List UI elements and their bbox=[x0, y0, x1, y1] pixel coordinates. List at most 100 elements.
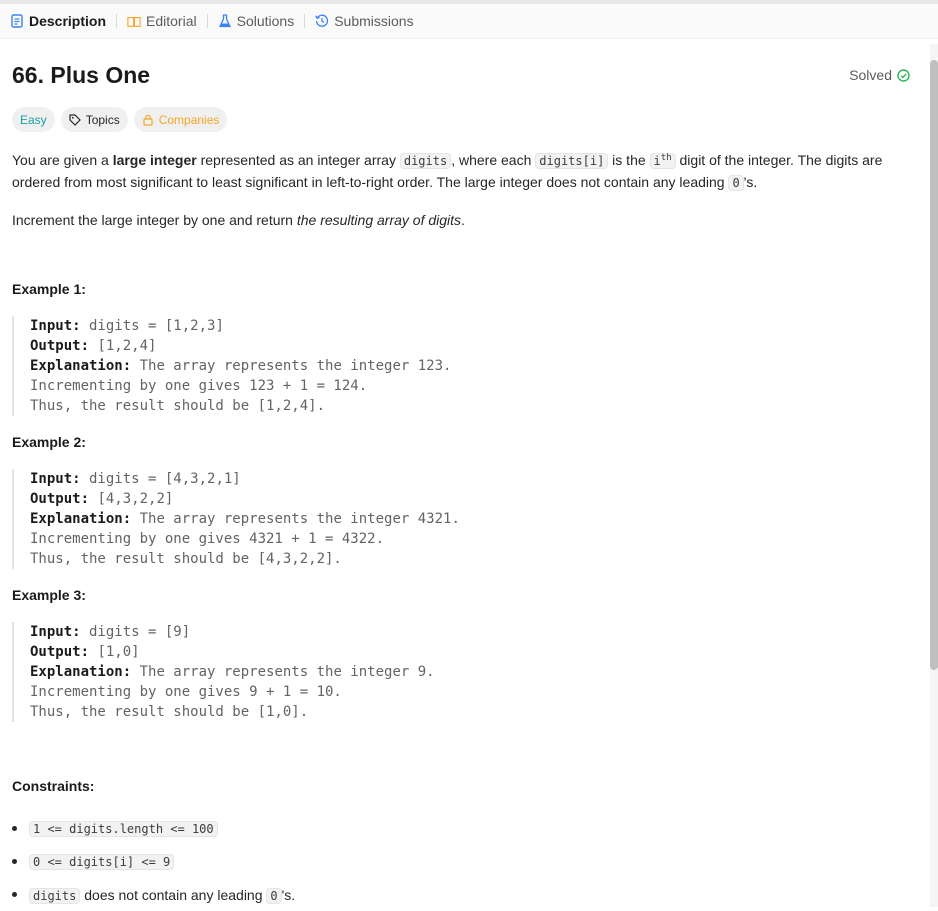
problem-description: You are given a large integer represente… bbox=[12, 148, 912, 247]
example-output: Output: [4,3,2,2] bbox=[30, 489, 902, 509]
companies-label: Companies bbox=[158, 112, 220, 127]
problem-title: 66. Plus One bbox=[12, 62, 151, 88]
book-icon bbox=[127, 14, 141, 28]
description-paragraph: You are given a large integer represente… bbox=[12, 148, 912, 194]
difficulty-badge[interactable]: Easy bbox=[12, 107, 55, 132]
constraints-title: Constraints: bbox=[12, 778, 95, 794]
tab-label: Solutions bbox=[236, 13, 295, 29]
example-title: Example 2: bbox=[12, 434, 86, 450]
example-explanation: Explanation: The array represents the in… bbox=[30, 662, 902, 682]
explanation-text: The array represents the integer 9. bbox=[131, 664, 435, 680]
example-input: Input: digits = [4,3,2,1] bbox=[30, 469, 902, 489]
tag-icon bbox=[69, 113, 81, 126]
title-row: 66. Plus One Solved bbox=[12, 62, 912, 92]
output-value: [4,3,2,2] bbox=[89, 491, 174, 507]
tab-divider bbox=[206, 14, 208, 28]
input-label: Input: bbox=[30, 318, 81, 334]
lock-icon bbox=[142, 114, 154, 126]
inline-code: 1 <= digits.length <= 100 bbox=[29, 820, 218, 837]
description-icon bbox=[10, 14, 24, 28]
tag-badges: Easy Topics Companies bbox=[12, 107, 228, 132]
inline-code: ith bbox=[649, 153, 676, 169]
constraints-list: 1 <= digits.length <= 100 0 <= digits[i]… bbox=[12, 812, 912, 911]
explanation-label: Explanation: bbox=[30, 511, 132, 527]
solved-label: Solved bbox=[849, 67, 892, 83]
bold-text: large integer bbox=[112, 152, 197, 168]
constraint-item: 1 <= digits.length <= 100 bbox=[12, 812, 912, 845]
tab-label: Submissions bbox=[334, 13, 414, 29]
text-span: , where each bbox=[451, 152, 536, 168]
input-value: digits = [1,2,3] bbox=[80, 318, 224, 334]
explanation-text: The array represents the integer 123. bbox=[131, 358, 452, 374]
text-span: . bbox=[461, 212, 465, 228]
explanation-label: Explanation: bbox=[30, 358, 132, 374]
explanation-line: Thus, the result should be [1,2,4]. bbox=[30, 398, 326, 414]
inline-code: digits bbox=[29, 887, 81, 904]
output-value: [1,0] bbox=[89, 644, 140, 660]
explanation-line: Thus, the result should be [4,3,2,2]. bbox=[30, 551, 342, 567]
output-label: Output: bbox=[30, 644, 90, 660]
scrollbar-thumb[interactable] bbox=[930, 60, 938, 670]
history-icon bbox=[315, 14, 329, 28]
text-span: You are given a bbox=[12, 152, 113, 168]
description-paragraph: Increment the large integer by one and r… bbox=[12, 210, 912, 231]
example-title: Example 1: bbox=[12, 281, 86, 297]
explanation-line: Thus, the result should be [1,0]. bbox=[30, 704, 309, 720]
code-text: i bbox=[653, 154, 661, 168]
tab-submissions[interactable]: Submissions bbox=[315, 4, 414, 39]
example-output: Output: [1,2,4] bbox=[30, 336, 902, 356]
inline-code: 0 bbox=[728, 175, 744, 191]
scrollbar[interactable] bbox=[930, 44, 938, 907]
topics-label: Topics bbox=[85, 112, 120, 127]
explanation-line: Incrementing by one gives 123 + 1 = 124. bbox=[30, 378, 368, 394]
constraint-item: 0 <= digits[i] <= 9 bbox=[12, 845, 912, 878]
tab-label: Editorial bbox=[146, 13, 197, 29]
inline-code: 0 bbox=[266, 887, 282, 904]
inline-code: 0 <= digits[i] <= 9 bbox=[29, 853, 175, 870]
tab-bar: Description Editorial Solutions Submissi… bbox=[0, 4, 938, 39]
check-circle-icon bbox=[897, 68, 910, 82]
tab-label: Description bbox=[29, 13, 107, 29]
example-title: Example 3: bbox=[12, 587, 86, 603]
text-span: is the bbox=[608, 152, 650, 168]
example-input: Input: digits = [1,2,3] bbox=[30, 316, 902, 336]
explanation-text: The array represents the integer 4321. bbox=[131, 511, 460, 527]
superscript: th bbox=[660, 153, 672, 163]
flask-icon bbox=[218, 14, 232, 28]
output-label: Output: bbox=[30, 338, 90, 354]
text-span: 's. bbox=[281, 886, 296, 903]
text-span: 's. bbox=[743, 174, 758, 190]
explanation-line: Incrementing by one gives 9 + 1 = 10. bbox=[30, 684, 342, 700]
input-label: Input: bbox=[30, 471, 81, 487]
input-value: digits = [4,3,2,1] bbox=[80, 471, 241, 487]
output-label: Output: bbox=[30, 491, 90, 507]
input-label: Input: bbox=[30, 624, 81, 640]
tab-description[interactable]: Description bbox=[10, 4, 106, 39]
example-explanation: Explanation: The array represents the in… bbox=[30, 356, 902, 376]
constraint-text: digits does not contain any leading 0's. bbox=[29, 886, 296, 904]
explanation-line: Incrementing by one gives 4321 + 1 = 432… bbox=[30, 531, 385, 547]
solved-status: Solved bbox=[849, 67, 910, 83]
topics-button[interactable]: Topics bbox=[60, 107, 128, 132]
text-span: represented as an integer array bbox=[196, 152, 400, 168]
companies-button[interactable]: Companies bbox=[133, 107, 228, 132]
example-input: Input: digits = [9] bbox=[30, 622, 902, 642]
text-span: does not contain any leading bbox=[80, 886, 267, 903]
input-value: digits = [9] bbox=[80, 624, 191, 640]
constraint-item: digits does not contain any leading 0's. bbox=[12, 878, 912, 911]
italic-text: the resulting array of digits bbox=[296, 212, 462, 228]
text-span: Increment the large integer by one and r… bbox=[12, 212, 297, 228]
example-output: Output: [1,0] bbox=[30, 642, 902, 662]
inline-code: digits bbox=[399, 153, 452, 169]
example-block: Input: digits = [1,2,3] Output: [1,2,4] … bbox=[12, 316, 902, 416]
explanation-label: Explanation: bbox=[30, 664, 132, 680]
example-explanation: Explanation: The array represents the in… bbox=[30, 509, 902, 529]
example-block: Input: digits = [9] Output: [1,0] Explan… bbox=[12, 622, 902, 722]
example-block: Input: digits = [4,3,2,1] Output: [4,3,2… bbox=[12, 469, 902, 569]
tab-solutions[interactable]: Solutions bbox=[218, 4, 295, 39]
tab-editorial[interactable]: Editorial bbox=[127, 4, 197, 39]
tab-divider bbox=[116, 14, 118, 28]
inline-code: digits[i] bbox=[535, 153, 609, 169]
tab-divider bbox=[304, 14, 306, 28]
output-value: [1,2,4] bbox=[89, 338, 157, 354]
